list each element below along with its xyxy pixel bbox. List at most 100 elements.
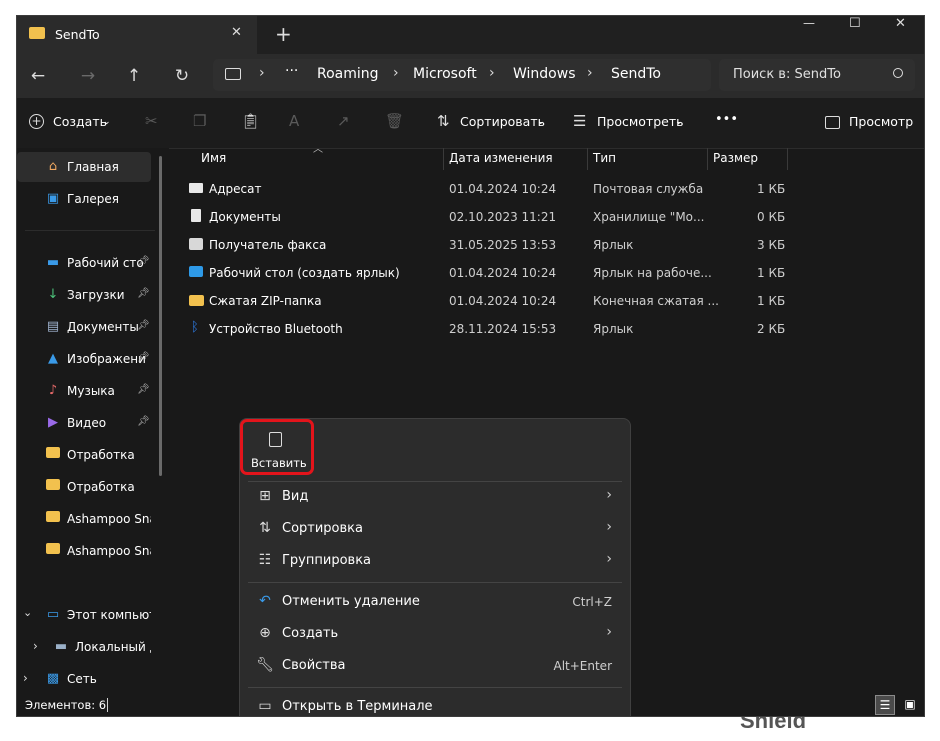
menu-item-label: Свойства	[282, 658, 346, 673]
view-button[interactable]: Просмотреть	[597, 114, 684, 129]
maximize-button[interactable]: ☐	[849, 16, 861, 31]
column-header-name[interactable]: Имя	[201, 151, 226, 165]
preview-button[interactable]: Просмотр	[849, 114, 913, 129]
sidebar-item-desktop[interactable]: ▬ Рабочий сто 📌︎	[17, 248, 151, 278]
breadcrumb-more[interactable]: ···	[285, 63, 298, 79]
menu-item-label: Сортировка	[282, 521, 363, 536]
share-icon[interactable]: ↗	[337, 112, 350, 130]
chevron-right-icon[interactable]: ›	[33, 639, 38, 653]
file-date: 28.11.2024 15:53	[449, 322, 557, 336]
more-options-button[interactable]: •••	[715, 112, 738, 127]
folder-icon	[29, 27, 45, 39]
paste-icon[interactable]: 📋︎	[241, 112, 260, 130]
minimize-button[interactable]: —	[803, 16, 815, 30]
search-box[interactable]: Поиск в: SendTo	[719, 59, 915, 91]
back-arrow-icon[interactable]: ←	[25, 63, 51, 89]
table-row[interactable]: Получатель факса 31.05.2025 13:53 Ярлык …	[185, 231, 805, 259]
breadcrumb-sendto[interactable]: SendTo	[611, 66, 661, 82]
file-size: 2 КБ	[757, 322, 786, 336]
tiles-view-icon[interactable]: ▣	[901, 695, 919, 713]
details-view-icon[interactable]: ☰	[875, 695, 895, 715]
menu-item-view[interactable]: ⊞ Вид ›	[256, 482, 626, 512]
chevron-down-icon: ⌄	[675, 117, 683, 127]
sidebar-item-label: Ashampoo Snap	[67, 544, 151, 558]
sidebar-item-downloads[interactable]: ↓ Загрузки 📌︎	[17, 280, 151, 310]
table-row[interactable]: Рабочий стол (создать ярлык) 01.04.2024 …	[185, 259, 805, 287]
chevron-down-icon[interactable]: ⌄	[23, 606, 32, 619]
menu-item-sort[interactable]: ⇅ Сортировка ›	[256, 514, 626, 544]
close-window-button[interactable]: ✕	[895, 16, 906, 31]
file-type: Ярлык на рабоче...	[593, 266, 712, 280]
menu-item-properties[interactable]: 🔧︎ Свойства Alt+Enter	[256, 651, 626, 681]
file-date: 31.05.2025 13:53	[449, 238, 557, 252]
monitor-icon	[225, 68, 241, 80]
table-row[interactable]: ᛒ Устройство Bluetooth 28.11.2024 15:53 …	[185, 315, 805, 343]
rename-icon[interactable]: A	[289, 112, 299, 130]
breadcrumb-roaming[interactable]: Roaming	[317, 66, 379, 82]
up-arrow-icon[interactable]: ↑	[121, 63, 147, 89]
file-name: Сжатая ZIP-папка	[209, 294, 322, 308]
column-separator[interactable]	[443, 148, 444, 170]
sidebar-item-folder[interactable]: Ashampoo Snap	[17, 504, 151, 534]
sidebar-item-folder[interactable]: Отработка	[17, 472, 151, 502]
sidebar-item-pictures[interactable]: ▲ Изображени 📌︎	[17, 344, 151, 374]
close-tab-icon[interactable]: ✕	[231, 25, 242, 40]
file-name: Документы	[209, 210, 281, 224]
chevron-right-icon: ›	[606, 624, 612, 640]
menu-item-group[interactable]: ☷ Группировка ›	[256, 546, 626, 576]
new-tab-button[interactable]: +	[275, 22, 292, 46]
table-row[interactable]: Сжатая ZIP-папка 01.04.2024 10:24 Конечн…	[185, 287, 805, 315]
context-menu: Вставить ⊞ Вид › ⇅ Сортировка › ☷ Группи…	[239, 418, 631, 716]
sidebar-item-folder[interactable]: Ashampoo Snap	[17, 536, 151, 566]
sidebar-item-label: Документы	[67, 320, 139, 334]
menu-divider	[248, 687, 622, 688]
menu-item-new[interactable]: ⊕ Создать ›	[256, 619, 626, 649]
chevron-right-icon: ›	[606, 551, 612, 567]
sort-button[interactable]: Сортировать	[460, 114, 545, 129]
table-row[interactable]: Документы 02.10.2023 11:21 Хранилище "Мо…	[185, 203, 805, 231]
column-separator[interactable]	[707, 148, 708, 170]
sidebar-item-documents[interactable]: ▤ Документы 📌︎	[17, 312, 151, 342]
forward-arrow-icon[interactable]: →	[75, 63, 101, 89]
sidebar-item-gallery[interactable]: ▣ Галерея	[17, 184, 151, 214]
folder-icon	[45, 479, 61, 495]
sidebar-scrollbar[interactable]	[159, 156, 162, 476]
file-name: Устройство Bluetooth	[209, 322, 343, 336]
create-button[interactable]: Создать	[53, 114, 107, 129]
tab-sendto[interactable]: SendTo ✕	[17, 16, 257, 54]
sidebar-item-network[interactable]: › ▩ Сеть	[17, 664, 151, 694]
pictures-icon: ▲	[48, 351, 58, 366]
download-icon: ↓	[47, 287, 59, 302]
chevron-right-icon[interactable]: ›	[23, 671, 28, 685]
home-icon: ⌂	[48, 159, 58, 174]
delete-icon[interactable]: 🗑︎	[385, 112, 404, 130]
menu-item-open-terminal[interactable]: ▭ Открыть в Терминале	[256, 692, 626, 716]
file-date: 01.04.2024 10:24	[449, 294, 557, 308]
view-icon: ⊞	[259, 488, 271, 504]
breadcrumb-windows[interactable]: Windows	[513, 66, 576, 82]
column-separator[interactable]	[587, 148, 588, 170]
properties-icon: 🔧︎	[256, 657, 274, 673]
copy-icon[interactable]: ❐	[193, 112, 206, 130]
sidebar-item-music[interactable]: ♪ Музыка 📌︎	[17, 376, 151, 406]
search-input[interactable]: Поиск в: SendTo	[733, 67, 841, 82]
column-separator[interactable]	[787, 148, 788, 170]
paste-button[interactable]: Вставить	[240, 419, 314, 475]
new-icon: ⊕	[259, 625, 271, 641]
menu-item-undo-delete[interactable]: ↶ Отменить удаление Ctrl+Z	[256, 587, 626, 617]
sidebar-item-home[interactable]: ⌂ Главная	[17, 152, 151, 182]
sidebar-item-local-disk[interactable]: › ▬ Локальный ди	[17, 632, 151, 662]
column-header-type[interactable]: Тип	[593, 151, 616, 165]
sidebar-item-video[interactable]: ▶ Видео 📌︎	[17, 408, 151, 438]
sidebar-item-this-pc[interactable]: ⌄ ▭ Этот компьюте	[17, 600, 151, 630]
file-name: Адресат	[209, 182, 262, 196]
status-divider	[107, 698, 108, 712]
breadcrumb-microsoft[interactable]: Microsoft	[413, 66, 477, 82]
sidebar-item-label: Отработка	[67, 448, 135, 462]
table-row[interactable]: Адресат 01.04.2024 10:24 Почтовая служба…	[185, 175, 805, 203]
column-header-size[interactable]: Размер	[713, 151, 758, 165]
refresh-icon[interactable]: ↻	[169, 63, 195, 89]
column-header-date[interactable]: Дата изменения	[449, 151, 553, 165]
cut-icon[interactable]: ✂	[145, 112, 158, 130]
sidebar-item-folder[interactable]: Отработка	[17, 440, 151, 470]
